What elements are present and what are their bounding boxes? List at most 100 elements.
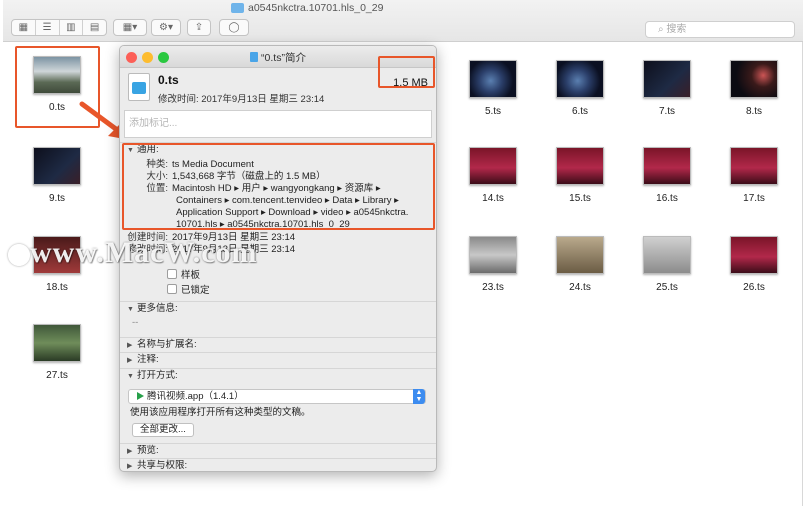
file-thumbnail [33,147,81,185]
modified-value: 2017年9月13日 星期三 23:14 [172,244,296,255]
icon-view-icon[interactable]: ▦ [12,20,35,35]
file-name: 26.ts [743,282,765,293]
locked-checkbox[interactable] [167,284,177,294]
file-item[interactable]: 24.ts [544,236,616,293]
info-title-text: “0.ts”简介 [261,52,306,64]
locked-label: 已锁定 [181,285,210,296]
open-with-header[interactable]: ▼ 打开方式: [120,369,436,383]
file-item[interactable]: 18.ts [21,236,93,293]
file-item[interactable]: 5.ts [457,60,529,117]
file-thumbnail [33,324,81,362]
file-item[interactable]: 25.ts [631,236,703,293]
locked-option[interactable]: 已锁定 [167,282,210,296]
list-view-icon[interactable]: ☰ [34,20,59,35]
file-item[interactable]: 14.ts [457,147,529,204]
file-name: 25.ts [656,282,678,293]
search-placeholder: 搜索 [666,24,687,35]
created-row: 创建时间: 2017年9月13日 星期三 23:14 [120,232,295,244]
file-name: 5.ts [484,106,502,117]
file-item[interactable]: 7.ts [631,60,703,117]
file-thumbnail [469,147,517,185]
sharing-header[interactable]: ▶ 共享与权限: [120,459,436,471]
group-button[interactable]: ▦▾ [113,19,147,36]
stationery-checkbox[interactable] [167,269,177,279]
file-item[interactable]: 27.ts [21,324,93,381]
group-icon: ▦▾ [122,22,138,33]
action-button[interactable]: ⚙▾ [151,19,181,36]
window-title: a0545nkctra.10701.hls_0_29 [231,2,383,14]
disclosure-open-icon: ▼ [127,306,134,313]
file-item[interactable]: 6.ts [544,60,616,117]
file-name: 9.ts [48,193,66,204]
file-name: 6.ts [571,106,589,117]
preview-section: ▶ 预览: [120,443,436,458]
stationery-label: 样板 [181,270,201,281]
file-thumbnail [33,236,81,274]
select-stepper-icon: ▲ ▼ [413,389,425,404]
document-icon [250,52,259,62]
disclosure-closed-icon: ▶ [127,357,133,364]
get-info-window: “0.ts”简介 0.ts 修改时间: 2017年9月13日 星期三 23:14… [119,45,437,472]
disclosure-closed-icon: ▶ [127,463,133,470]
comments-header[interactable]: ▶ 注释: [120,353,436,367]
file-name: 27.ts [46,370,68,381]
file-name: 18.ts [46,282,68,293]
file-item[interactable]: 17.ts [718,147,790,204]
comments-section: ▶ 注释: [120,352,436,367]
file-thumbnail [730,236,778,274]
change-all-button[interactable]: 全部更改... [132,423,194,437]
open-with-section: ▼ 打开方式: [120,368,436,383]
gear-icon: ⚙▾ [159,22,173,33]
share-button[interactable]: ⇪ [187,19,211,36]
gallery-view-icon[interactable]: ▤ [82,20,106,35]
modified-row: 修改时间: 2017年9月13日 星期三 23:14 [120,244,295,256]
tags-field[interactable]: 添加标记... [124,110,432,138]
file-name: 16.ts [656,193,678,204]
sharing-section: ▶ 共享与权限: [120,458,436,471]
disclosure-closed-icon: ▶ [127,342,133,349]
file-thumbnail [469,236,517,274]
more-info-value: -- [132,317,139,328]
file-item[interactable]: 15.ts [544,147,616,204]
file-thumbnail [730,147,778,185]
file-name: 8.ts [745,106,763,117]
folder-icon [231,3,244,13]
tags-placeholder: 添加标记... [129,118,178,129]
window-title-text: a0545nkctra.10701.hls_0_29 [248,2,384,14]
more-info-header[interactable]: ▼ 更多信息: [120,302,436,316]
column-view-icon[interactable]: ▥ [58,20,83,35]
file-item[interactable]: 9.ts [21,147,93,204]
finder-toolbar: a0545nkctra.10701.hls_0_29 ▦ ☰ ▥ ▤ ▦▾ ⚙▾… [3,0,803,42]
open-with-hint: 使用该应用程序打开所有这种类型的文稿。 [130,407,311,418]
file-icon [128,73,150,101]
search-input[interactable]: ⌕ 搜索 [645,21,795,38]
share-icon: ⇪ [194,22,204,33]
tencent-video-app-icon [137,392,144,400]
preview-header[interactable]: ▶ 预览: [120,444,436,458]
file-thumbnail [469,60,517,98]
more-info-section: ▼ 更多信息: -- [120,301,436,330]
general-highlight [122,143,435,230]
file-name: 23.ts [482,282,504,293]
file-item[interactable]: 26.ts [718,236,790,293]
file-thumbnail [643,60,691,98]
file-name: 15.ts [569,193,591,204]
file-thumbnail [556,60,604,98]
info-modified: 修改时间: 2017年9月13日 星期三 23:14 [158,94,325,105]
file-item[interactable]: 23.ts [457,236,529,293]
file-thumbnail [556,147,604,185]
modified-label: 修改时间: [127,244,168,255]
view-mode-control[interactable]: ▦ ☰ ▥ ▤ [11,19,107,36]
file-item[interactable]: 8.ts [718,60,790,117]
tag-icon: ◯ [228,22,240,33]
created-label: 创建时间: [127,232,168,243]
name-ext-header[interactable]: ▶ 名称与扩展名: [120,338,436,352]
file-item[interactable]: 16.ts [631,147,703,204]
open-with-select[interactable]: 腾讯视频.app（1.4.1） ▲ ▼ [128,389,426,404]
open-with-app: 腾讯视频.app（1.4.1） [147,391,244,402]
stationery-option[interactable]: 样板 [167,267,200,281]
file-name: 14.ts [482,193,504,204]
created-value: 2017年9月13日 星期三 23:14 [172,232,296,243]
tags-button[interactable]: ◯ [219,19,249,36]
watermark-logo [8,244,30,266]
